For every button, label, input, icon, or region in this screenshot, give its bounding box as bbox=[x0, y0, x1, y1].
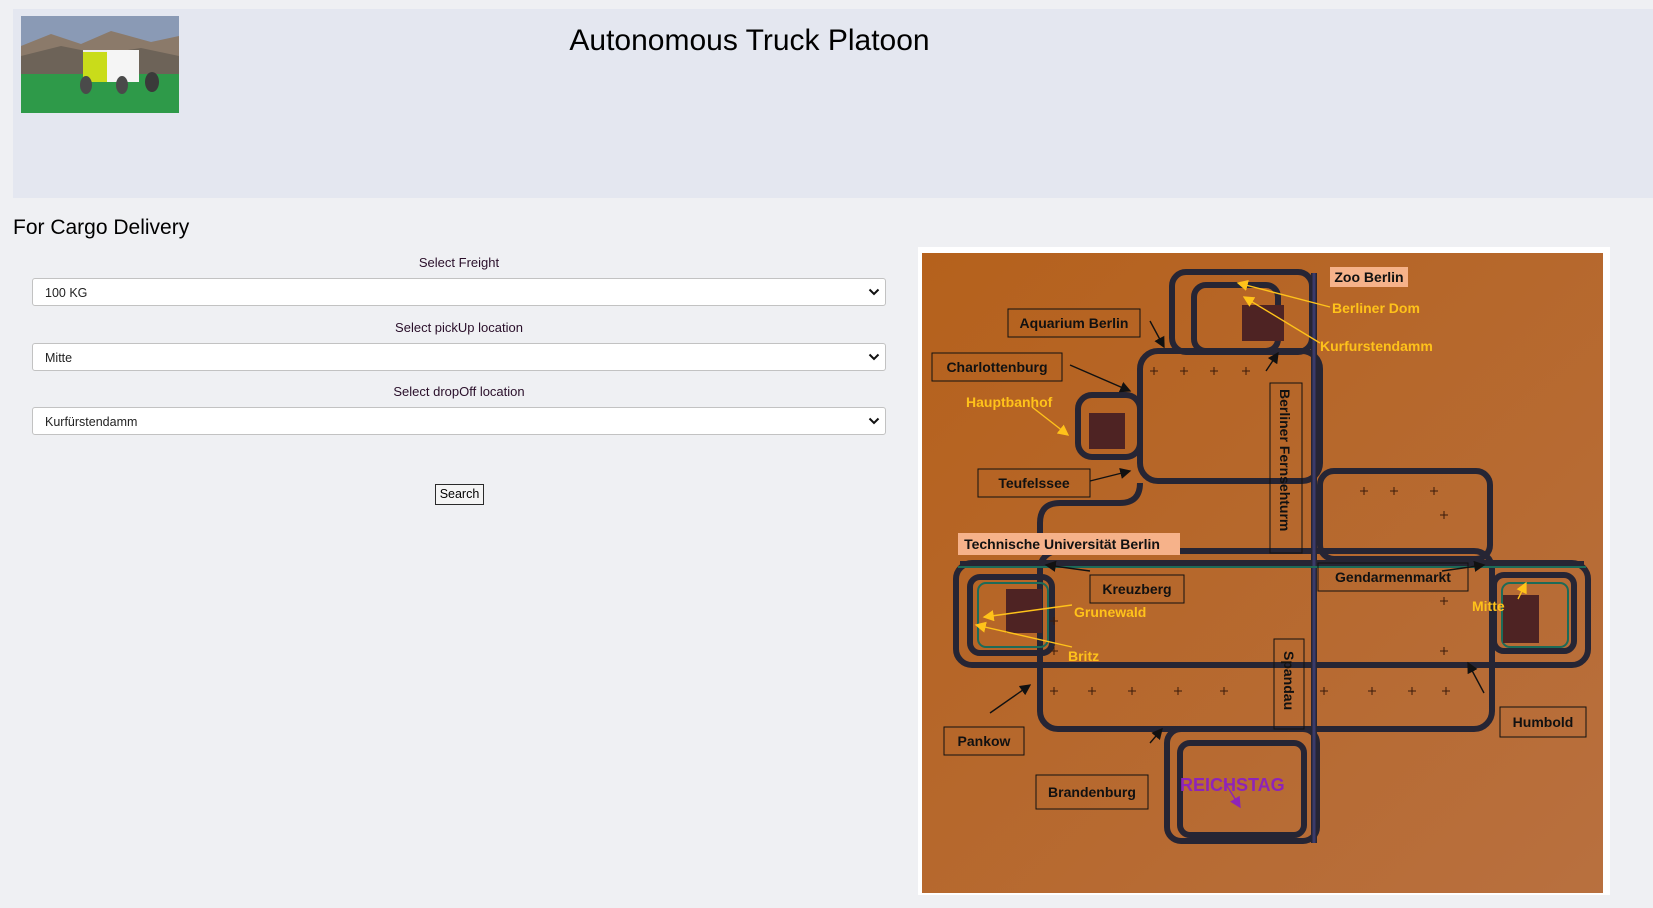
pickup-select[interactable]: Mitte bbox=[32, 343, 886, 371]
kurfurstendamm-label: Kurfurstendamm bbox=[1320, 338, 1433, 354]
chevron-down-icon bbox=[868, 417, 880, 425]
pickup-label: Select pickUp location bbox=[395, 320, 523, 335]
freight-label: Select Freight bbox=[418, 255, 500, 270]
search-button[interactable]: Search bbox=[435, 484, 484, 505]
britz-label: Britz bbox=[1068, 648, 1099, 664]
chevron-down-icon bbox=[868, 353, 880, 361]
charlottenburg-label: Charlottenburg bbox=[946, 359, 1047, 375]
page-title: Autonomous Truck Platoon bbox=[569, 24, 930, 57]
spandau-label: Spandau bbox=[1281, 651, 1297, 710]
chevron-down-icon bbox=[868, 288, 880, 296]
technische-universitaet-label: Technische Universität Berlin bbox=[964, 536, 1160, 552]
brandenburg-label: Brandenburg bbox=[1048, 784, 1136, 800]
page-header: Autonomous Truck Platoon bbox=[13, 9, 1653, 198]
berliner-dom-label: Berliner Dom bbox=[1332, 300, 1420, 316]
hauptbanhof-label: Hauptbanhof bbox=[966, 394, 1053, 410]
berliner-fernsehturm-label: Berliner Fernsehturm bbox=[1277, 389, 1293, 531]
zoo-berlin-label: Zoo Berlin bbox=[1334, 269, 1403, 285]
grunewald-label: Grunewald bbox=[1074, 604, 1146, 620]
freight-select-value: 100 KG bbox=[45, 286, 88, 300]
gendarmenmarkt-label: Gendarmenmarkt bbox=[1335, 569, 1451, 585]
dropoff-select-value: Kurfürstendamm bbox=[45, 415, 138, 429]
reichstag-label: REICHSTAG bbox=[1180, 775, 1285, 795]
humbold-label: Humbold bbox=[1513, 714, 1574, 730]
dropoff-label: Select dropOff location bbox=[393, 384, 525, 399]
kreuzberg-label: Kreuzberg bbox=[1102, 581, 1171, 597]
form-heading: For Cargo Delivery bbox=[13, 216, 190, 239]
pickup-select-value: Mitte bbox=[45, 351, 73, 365]
dropoff-select[interactable]: Kurfürstendamm bbox=[32, 407, 886, 435]
city-map-panel: Aquarium Berlin Charlottenburg Teufelsse… bbox=[918, 247, 1610, 895]
teufelssee-label: Teufelssee bbox=[998, 475, 1070, 491]
aquarium-berlin-label: Aquarium Berlin bbox=[1020, 315, 1129, 331]
mitte-label: Mitte bbox=[1472, 598, 1505, 614]
city-map: Aquarium Berlin Charlottenburg Teufelsse… bbox=[922, 253, 1603, 893]
pankow-label: Pankow bbox=[958, 733, 1011, 749]
freight-select[interactable]: 100 KG bbox=[32, 278, 886, 306]
